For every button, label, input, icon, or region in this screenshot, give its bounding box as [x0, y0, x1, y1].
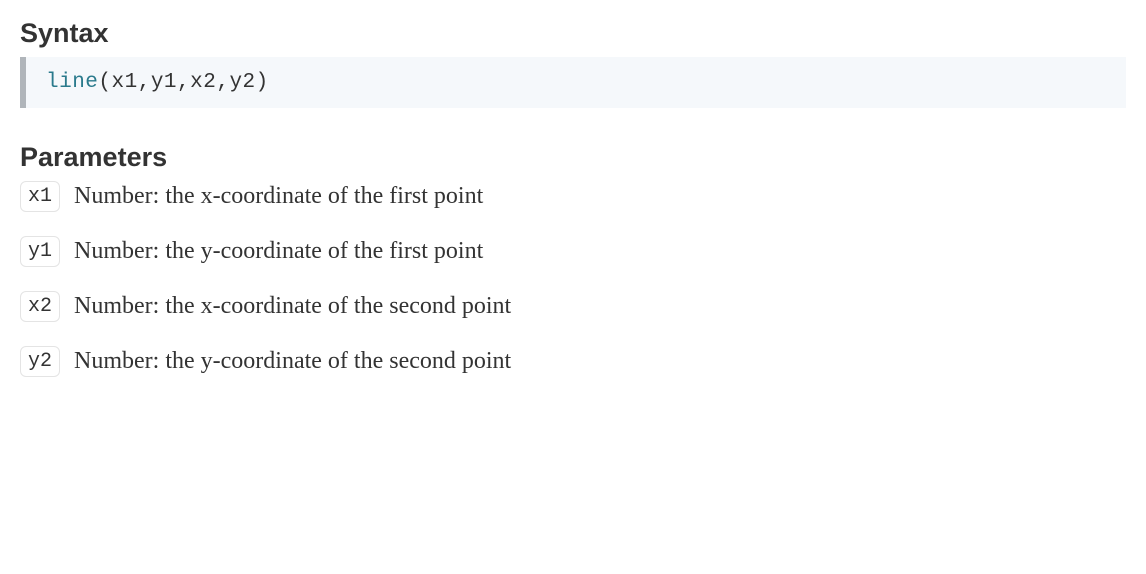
parameter-description: Number: the x-coordinate of the second p…: [74, 293, 511, 320]
syntax-code-block: line(x1,y1,x2,y2): [20, 57, 1126, 108]
syntax-heading: Syntax: [20, 18, 1126, 49]
function-args: (x1,y1,x2,y2): [98, 71, 268, 94]
parameter-description: Number: the x-coordinate of the first po…: [74, 183, 483, 210]
parameter-name: x2: [20, 291, 60, 322]
parameter-name: x1: [20, 181, 60, 212]
parameter-row: y1 Number: the y-coordinate of the first…: [20, 236, 1126, 267]
syntax-code: line(x1,y1,x2,y2): [46, 71, 269, 94]
parameter-row: y2 Number: the y-coordinate of the secon…: [20, 346, 1126, 377]
parameter-row: x2 Number: the x-coordinate of the secon…: [20, 291, 1126, 322]
parameters-heading: Parameters: [20, 142, 1126, 173]
parameter-row: x1 Number: the x-coordinate of the first…: [20, 181, 1126, 212]
parameter-description: Number: the y-coordinate of the first po…: [74, 238, 483, 265]
parameter-name: y1: [20, 236, 60, 267]
function-name: line: [46, 71, 98, 94]
parameter-name: y2: [20, 346, 60, 377]
parameter-description: Number: the y-coordinate of the second p…: [74, 348, 511, 375]
